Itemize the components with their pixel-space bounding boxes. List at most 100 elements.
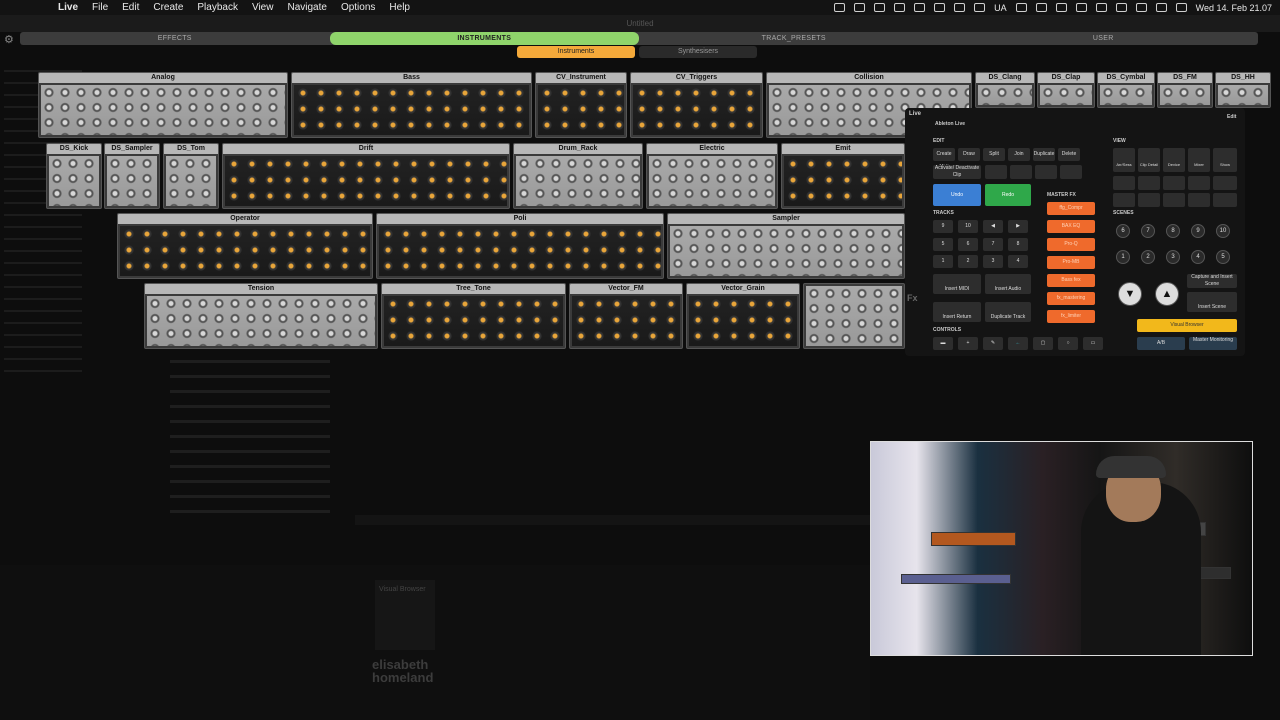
- menu-edit[interactable]: Edit: [122, 2, 139, 13]
- menu-create[interactable]: Create: [153, 2, 183, 13]
- plus-icon[interactable]: +: [958, 337, 978, 350]
- status-icon[interactable]: [934, 3, 946, 12]
- control-icon[interactable]: ▬: [933, 337, 953, 350]
- insert-midi-button[interactable]: Insert MIDI: [933, 274, 981, 294]
- status-icon[interactable]: [1095, 3, 1107, 12]
- device-electric[interactable]: Electric: [646, 143, 778, 209]
- master-fx-button[interactable]: fx_limiter: [1047, 310, 1095, 323]
- scene-button[interactable]: 3: [1166, 250, 1180, 264]
- view-button[interactable]: [1163, 193, 1185, 207]
- scene-button[interactable]: 5: [1216, 250, 1230, 264]
- screen-icon[interactable]: ▭: [1083, 337, 1103, 350]
- arrow-left-icon[interactable]: ◀: [983, 220, 1003, 233]
- tab-track-presets[interactable]: TRACK_PRESETS: [639, 32, 949, 45]
- track-button[interactable]: 8: [1008, 238, 1028, 251]
- view-button[interactable]: [1188, 193, 1210, 207]
- track-button[interactable]: 10: [958, 220, 978, 233]
- status-icon[interactable]: [834, 3, 846, 12]
- show-browser-button[interactable]: Show Browser: [1213, 148, 1237, 201]
- insert-audio-button[interactable]: Insert Audio: [985, 274, 1031, 294]
- device-bass[interactable]: Bass: [291, 72, 532, 138]
- device-poli[interactable]: Poli: [376, 213, 664, 279]
- master-fx-button[interactable]: fx_mastering: [1047, 292, 1095, 305]
- remote-edit-label[interactable]: Edit: [1227, 114, 1236, 120]
- status-icon[interactable]: [1015, 3, 1027, 12]
- device-tree-tone[interactable]: Tree_Tone: [381, 283, 566, 349]
- tab-instruments[interactable]: INSTRUMENTS: [329, 32, 639, 45]
- view-button[interactable]: [1138, 193, 1160, 207]
- menu-help[interactable]: Help: [389, 2, 410, 13]
- master-fx-button[interactable]: Bass fex: [1047, 274, 1095, 287]
- track-button[interactable]: 1: [933, 255, 953, 268]
- join-button[interactable]: Join: [1008, 148, 1030, 161]
- tab-user[interactable]: USER: [949, 32, 1259, 45]
- scene-button[interactable]: 4: [1191, 250, 1205, 264]
- menu-navigate[interactable]: Navigate: [287, 2, 326, 13]
- arrow-right-icon[interactable]: ▶: [1008, 220, 1028, 233]
- scene-up-icon[interactable]: ▲: [1155, 282, 1179, 306]
- device-tension[interactable]: Tension: [144, 283, 378, 349]
- draw-button[interactable]: Draw: [958, 148, 980, 161]
- scene-button[interactable]: 2: [1141, 250, 1155, 264]
- device-ds-clap[interactable]: DS_Clap: [1037, 72, 1095, 108]
- status-icon[interactable]: [1035, 3, 1047, 12]
- subtab-instruments[interactable]: Instruments: [517, 46, 635, 58]
- status-icon[interactable]: [1075, 3, 1087, 12]
- status-icon[interactable]: [1055, 3, 1067, 12]
- mixer-button[interactable]: Mixer: [1188, 148, 1210, 172]
- gear-icon[interactable]: ⚙: [4, 33, 14, 46]
- ab-button[interactable]: A/B: [1137, 337, 1185, 350]
- scene-button[interactable]: 9: [1191, 224, 1205, 238]
- master-fx-button[interactable]: BAX EQ: [1047, 220, 1095, 233]
- edit-tool-button[interactable]: [985, 165, 1007, 179]
- status-icon[interactable]: [854, 3, 866, 12]
- edit-tool-button[interactable]: [1010, 165, 1032, 179]
- device-ds-clang[interactable]: DS_Clang: [975, 72, 1035, 108]
- device-vector-fm[interactable]: Vector_FM: [569, 283, 683, 349]
- status-icon[interactable]: [954, 3, 966, 12]
- device-analog[interactable]: Analog: [38, 72, 288, 138]
- clip-detail-button[interactable]: Clip Detail: [1138, 148, 1160, 172]
- status-icon[interactable]: [874, 3, 886, 12]
- device-emit[interactable]: Emit: [781, 143, 905, 209]
- device-cv-instrument[interactable]: CV_Instrument: [535, 72, 627, 138]
- menu-app-live[interactable]: Live: [58, 2, 78, 13]
- view-button[interactable]: [1113, 176, 1135, 190]
- device-drum-rack[interactable]: Drum_Rack: [513, 143, 643, 209]
- track-button[interactable]: 2: [958, 255, 978, 268]
- view-button[interactable]: [1188, 176, 1210, 190]
- device-ds-kick[interactable]: DS_Kick: [46, 143, 102, 209]
- track-button[interactable]: 4: [1008, 255, 1028, 268]
- insert-scene-button[interactable]: Insert Scene: [1187, 292, 1237, 312]
- menu-options[interactable]: Options: [341, 2, 375, 13]
- pencil-icon[interactable]: ✎: [983, 337, 1003, 350]
- status-icon[interactable]: [894, 3, 906, 12]
- scene-button[interactable]: 6: [1116, 224, 1130, 238]
- device-vector-grain[interactable]: Vector_Grain: [686, 283, 800, 349]
- arr-sess-view-button[interactable]: Arr/Sess View: [1113, 148, 1135, 201]
- tab-effects[interactable]: EFFECTS: [20, 32, 330, 45]
- search-icon[interactable]: [1175, 3, 1187, 12]
- status-icon[interactable]: [974, 3, 986, 12]
- clock[interactable]: Wed 14. Feb 21.07: [1196, 3, 1272, 13]
- view-button[interactable]: [1213, 176, 1237, 190]
- menu-file[interactable]: File: [92, 2, 108, 13]
- device-ds-cymbal[interactable]: DS_Cymbal: [1097, 72, 1155, 108]
- scene-down-icon[interactable]: ▼: [1118, 282, 1142, 306]
- view-button[interactable]: [1138, 176, 1160, 190]
- status-icon[interactable]: [914, 3, 926, 12]
- device-operator[interactable]: Operator: [117, 213, 373, 279]
- device-drift[interactable]: Drift: [222, 143, 510, 209]
- status-icon[interactable]: [1115, 3, 1127, 12]
- activate-clip-button[interactable]: Activate/ Deactivate Clip: [933, 165, 981, 179]
- scene-button[interactable]: 1: [1116, 250, 1130, 264]
- track-button[interactable]: 9: [933, 220, 953, 233]
- wifi-icon[interactable]: [1155, 3, 1167, 12]
- duplicate-track-button[interactable]: Duplicate Track: [985, 302, 1031, 322]
- redo-button[interactable]: Redo: [985, 184, 1031, 206]
- device-view-button[interactable]: Device: [1163, 148, 1185, 172]
- duplicate-button[interactable]: Duplicate: [1033, 148, 1055, 161]
- scene-button[interactable]: 8: [1166, 224, 1180, 238]
- menu-view[interactable]: View: [252, 2, 274, 13]
- device-partial[interactable]: [803, 283, 905, 349]
